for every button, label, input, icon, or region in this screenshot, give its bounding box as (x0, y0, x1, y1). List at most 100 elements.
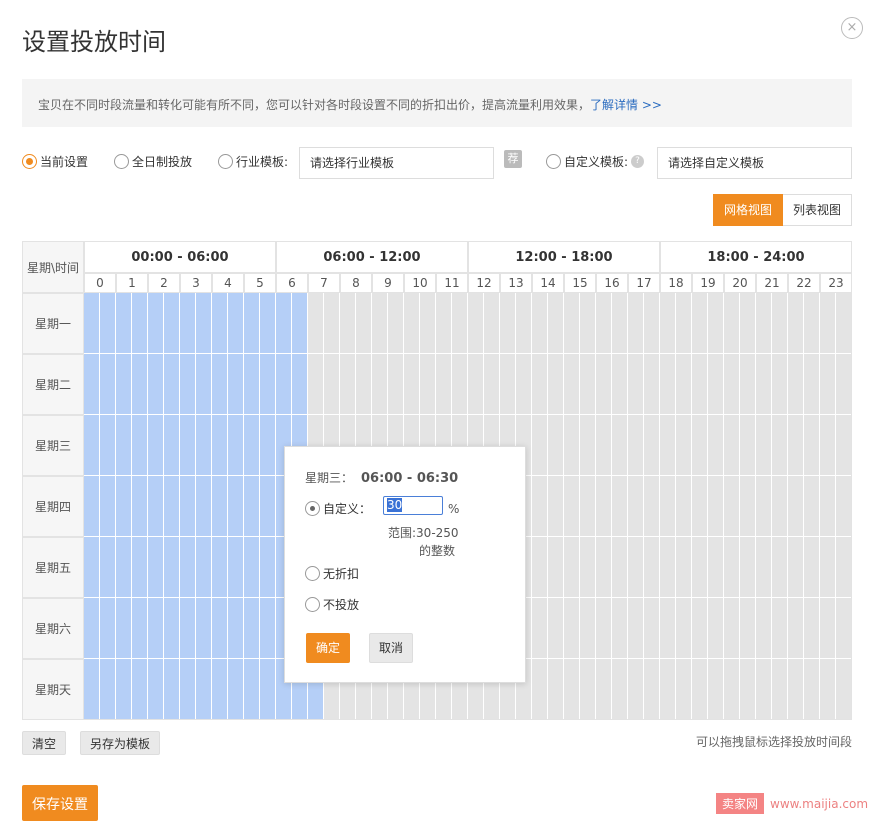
time-slot-selected[interactable] (260, 293, 276, 354)
time-slot[interactable] (740, 476, 756, 537)
time-slot[interactable] (596, 537, 612, 598)
time-slot[interactable] (676, 415, 692, 476)
time-slot[interactable] (612, 354, 628, 415)
time-slot[interactable] (548, 659, 564, 720)
time-slot[interactable] (820, 659, 836, 720)
time-slot[interactable] (756, 598, 772, 659)
time-slot[interactable] (692, 537, 708, 598)
time-slot[interactable] (564, 354, 580, 415)
time-slot-selected[interactable] (212, 598, 228, 659)
time-slot[interactable] (340, 354, 356, 415)
time-slot[interactable] (708, 415, 724, 476)
time-slot[interactable] (628, 293, 644, 354)
time-slot-selected[interactable] (244, 415, 260, 476)
time-slot-selected[interactable] (212, 354, 228, 415)
time-slot-selected[interactable] (148, 415, 164, 476)
time-slot[interactable] (500, 293, 516, 354)
time-slot[interactable] (644, 354, 660, 415)
time-slot-selected[interactable] (116, 659, 132, 720)
radio-current-settings[interactable]: 当前设置 (22, 153, 88, 170)
time-slot[interactable] (772, 537, 788, 598)
time-slot[interactable] (724, 537, 740, 598)
time-slot[interactable] (308, 293, 324, 354)
time-slot[interactable] (644, 537, 660, 598)
time-slot-selected[interactable] (244, 598, 260, 659)
time-slot-selected[interactable] (228, 293, 244, 354)
time-slot[interactable] (580, 598, 596, 659)
time-slot-selected[interactable] (180, 354, 196, 415)
time-slot-selected[interactable] (84, 354, 100, 415)
time-slot[interactable] (756, 659, 772, 720)
list-view-button[interactable]: 列表视图 (783, 194, 853, 226)
time-slot[interactable] (836, 537, 852, 598)
time-slot[interactable] (628, 354, 644, 415)
time-slot[interactable] (436, 293, 452, 354)
time-slot-selected[interactable] (84, 476, 100, 537)
time-slot[interactable] (836, 415, 852, 476)
time-slot-selected[interactable] (164, 659, 180, 720)
time-slot[interactable] (788, 598, 804, 659)
time-slot[interactable] (420, 354, 436, 415)
time-slot[interactable] (628, 598, 644, 659)
time-slot-selected[interactable] (116, 415, 132, 476)
time-slot[interactable] (548, 354, 564, 415)
time-slot-selected[interactable] (244, 354, 260, 415)
time-slot[interactable] (388, 354, 404, 415)
time-slot[interactable] (628, 476, 644, 537)
time-slot[interactable] (788, 415, 804, 476)
time-slot-selected[interactable] (84, 659, 100, 720)
time-slot[interactable] (772, 415, 788, 476)
time-slot[interactable] (740, 659, 756, 720)
time-slot[interactable] (740, 537, 756, 598)
time-slot[interactable] (724, 659, 740, 720)
time-slot[interactable] (772, 659, 788, 720)
time-slot[interactable] (772, 598, 788, 659)
time-slot-selected[interactable] (100, 659, 116, 720)
time-slot[interactable] (532, 354, 548, 415)
time-slot[interactable] (436, 354, 452, 415)
time-slot[interactable] (356, 354, 372, 415)
time-slot-selected[interactable] (116, 293, 132, 354)
time-slot[interactable] (820, 537, 836, 598)
time-slot[interactable] (756, 354, 772, 415)
time-slot[interactable] (788, 659, 804, 720)
radio-no-delivery[interactable]: 不投放 (305, 596, 359, 613)
time-slot[interactable] (532, 476, 548, 537)
time-slot[interactable] (836, 476, 852, 537)
time-slot[interactable] (612, 537, 628, 598)
radio-all-day[interactable]: 全日制投放 (114, 153, 192, 170)
time-slot[interactable] (532, 293, 548, 354)
custom-template-select[interactable]: 请选择自定义模板 (657, 147, 852, 179)
time-slot[interactable] (596, 415, 612, 476)
time-slot-selected[interactable] (116, 354, 132, 415)
time-slot[interactable] (804, 476, 820, 537)
time-slot-selected[interactable] (148, 659, 164, 720)
time-slot[interactable] (372, 354, 388, 415)
time-slot[interactable] (708, 476, 724, 537)
time-slot[interactable] (724, 354, 740, 415)
time-slot[interactable] (676, 659, 692, 720)
time-slot[interactable] (692, 293, 708, 354)
time-slot[interactable] (676, 537, 692, 598)
time-slot-selected[interactable] (196, 354, 212, 415)
radio-industry-template[interactable]: 行业模板: (218, 153, 288, 170)
time-slot[interactable] (612, 659, 628, 720)
time-slot[interactable] (692, 659, 708, 720)
clear-button[interactable]: 清空 (22, 731, 67, 755)
time-slot[interactable] (452, 293, 468, 354)
time-slot[interactable] (660, 476, 676, 537)
time-slot[interactable] (420, 293, 436, 354)
time-slot[interactable] (324, 354, 340, 415)
time-slot-selected[interactable] (228, 537, 244, 598)
time-slot[interactable] (548, 476, 564, 537)
time-slot[interactable] (708, 354, 724, 415)
time-slot[interactable] (500, 354, 516, 415)
time-slot[interactable] (580, 659, 596, 720)
time-slot[interactable] (388, 293, 404, 354)
time-slot[interactable] (644, 476, 660, 537)
time-slot[interactable] (532, 415, 548, 476)
save-as-template-button[interactable]: 另存为模板 (80, 731, 161, 755)
time-slot[interactable] (708, 293, 724, 354)
time-slot[interactable] (548, 293, 564, 354)
time-slot[interactable] (484, 354, 500, 415)
